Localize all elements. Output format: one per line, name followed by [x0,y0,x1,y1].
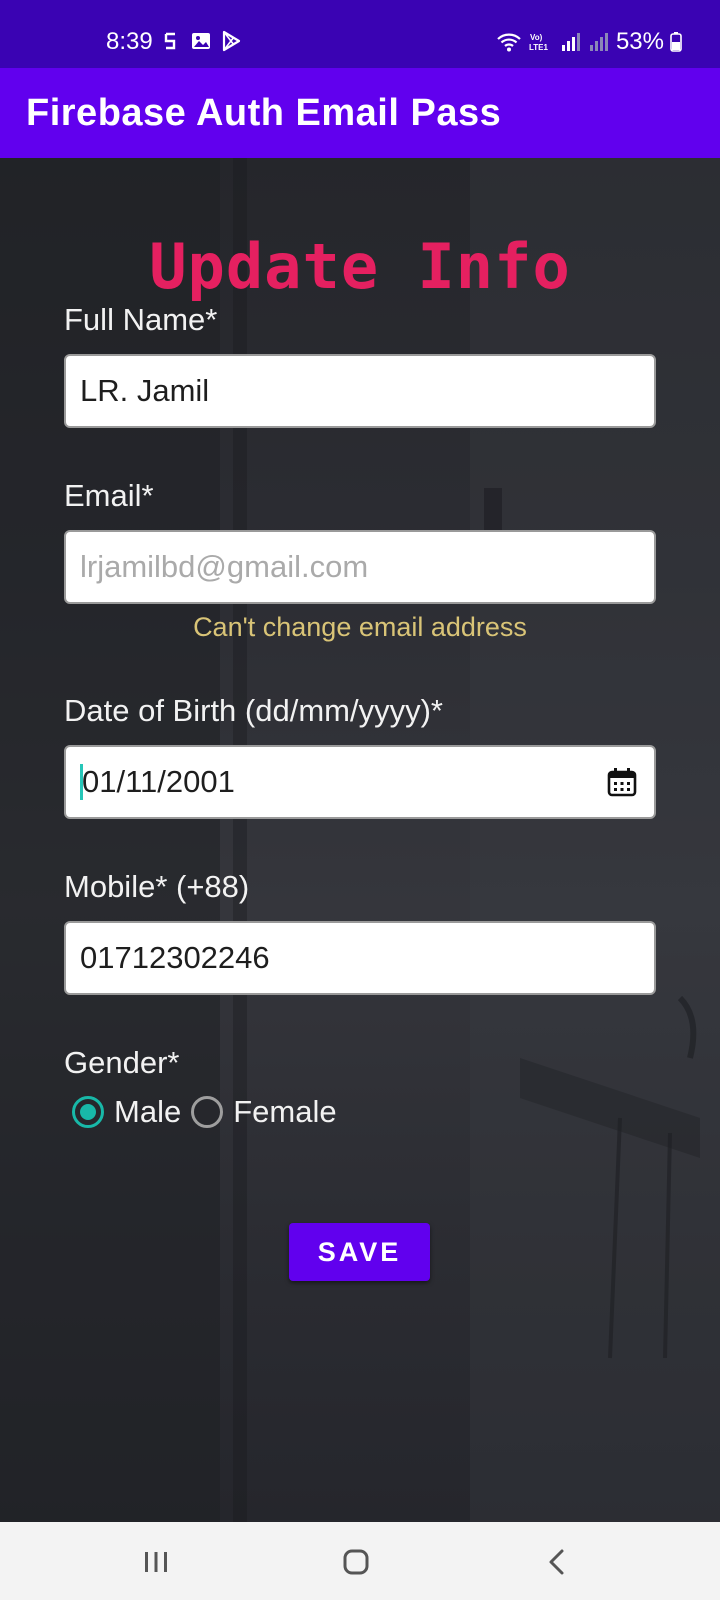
app-bar: Firebase Auth Email Pass [0,68,720,158]
sim-s-icon [164,32,176,50]
dob-value: 01/11/2001 [82,764,235,799]
status-bar: 8:39 Vo) LTE1 53% [0,0,720,68]
radio-female-label[interactable]: Female [233,1094,336,1130]
email-input: lrjamilbd@gmail.com [64,530,656,604]
gender-radio-group: Male Female [72,1094,347,1130]
mobile-input[interactable]: 01712302246 [64,921,656,995]
email-label: Email* [64,478,154,513]
email-value: lrjamilbd@gmail.com [80,549,369,584]
recents-icon[interactable] [136,1542,176,1582]
mobile-label: Mobile* (+88) [64,869,250,904]
status-time: 8:39 [106,28,153,55]
content-area: Update Info Full Name* LR. Jamil Email* … [0,158,720,1522]
svg-text:LTE1: LTE1 [529,43,549,52]
radio-male[interactable] [72,1096,104,1128]
home-icon[interactable] [336,1542,376,1582]
email-hint: Can't change email address [193,612,527,642]
status-right: Vo) LTE1 53% [496,28,682,56]
dob-input[interactable]: 01/11/2001 [64,745,656,819]
signal-icon [561,33,580,51]
svg-text:Vo): Vo) [530,33,543,42]
mobile-value: 01712302246 [80,940,270,975]
calendar-icon[interactable] [606,766,638,798]
gender-label: Gender* [64,1045,180,1080]
full-name-label: Full Name* [64,302,218,337]
battery-percent: 53% [615,28,664,55]
page-heading: Update Info [149,230,571,303]
signal-icon [589,33,608,51]
nav-bar [0,1522,720,1600]
full-name-value: LR. Jamil [80,373,210,408]
dob-label: Date of Birth (dd/mm/yyyy)* [64,693,443,728]
back-icon[interactable] [538,1542,578,1582]
gallery-icon [192,33,210,49]
radio-male-label[interactable]: Male [114,1094,181,1130]
volte-icon: Vo)LTE1 [529,33,549,52]
battery-icon [670,32,682,52]
notification-icons [160,30,242,52]
full-name-input[interactable]: LR. Jamil [64,354,656,428]
save-button[interactable]: SAVE [289,1223,430,1281]
play-store-icon [222,30,241,52]
app-title: Firebase Auth Email Pass [26,92,502,134]
wifi-icon [497,33,521,52]
radio-female[interactable] [191,1096,224,1128]
